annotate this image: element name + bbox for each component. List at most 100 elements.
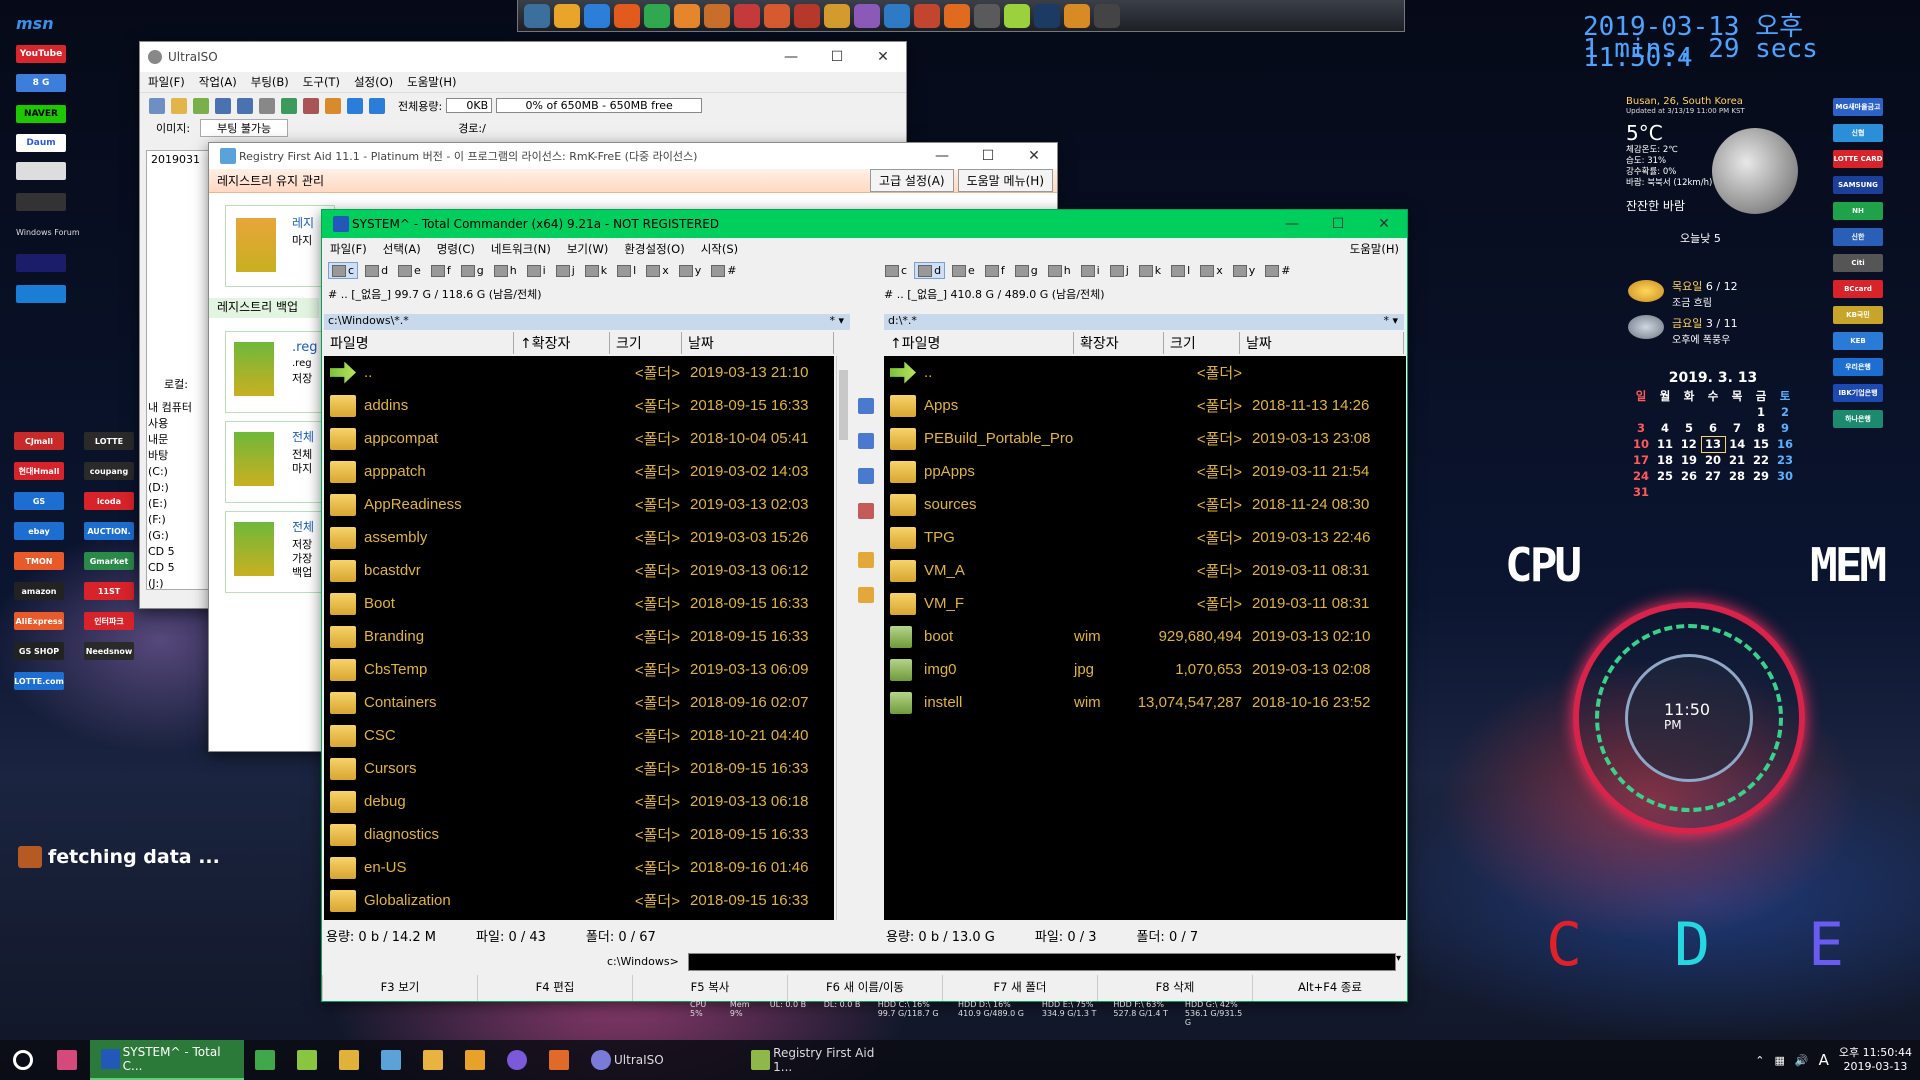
view-icon[interactable] xyxy=(858,398,874,414)
list-icon[interactable] xyxy=(858,468,874,484)
right-col-name[interactable]: ↑파일명 xyxy=(884,332,1074,354)
drive-button[interactable]: y xyxy=(1230,263,1259,278)
command-line-input[interactable] xyxy=(688,953,1396,971)
calendar-date[interactable] xyxy=(1725,404,1749,420)
firefox-icon[interactable] xyxy=(614,3,640,28)
calendar-date[interactable] xyxy=(1629,404,1653,420)
bank-shortcut[interactable]: 신협 xyxy=(1833,124,1883,142)
local-tree-item[interactable]: (C:) xyxy=(148,464,208,480)
file-row[interactable]: Apps <폴더> 2018-11-13 14:26 xyxy=(884,389,1406,422)
calendar-date[interactable]: 29 xyxy=(1749,468,1773,484)
tc-menu-item[interactable]: 시작(S) xyxy=(701,241,738,257)
calendar-date[interactable]: 27 xyxy=(1701,468,1725,484)
left-scrollbar[interactable] xyxy=(836,356,850,920)
local-tree-item[interactable]: (D:) xyxy=(148,480,208,496)
pen-icon[interactable] xyxy=(884,3,910,28)
local-tree-item[interactable]: 내 컴퓨터 xyxy=(148,400,208,416)
drive-button[interactable]: g xyxy=(1012,263,1041,278)
calendar-icon[interactable] xyxy=(1094,3,1120,28)
calendar-date[interactable]: 6 xyxy=(1701,420,1725,436)
advanced-settings-button[interactable]: 고급 설정(A) xyxy=(870,169,954,192)
ultraiso-titlebar[interactable]: UltraISO — ☐ ✕ xyxy=(140,42,906,72)
left-path-bar[interactable]: c:\Windows\*.* * ▾ xyxy=(324,314,850,330)
tc-close-button[interactable]: ✕ xyxy=(1361,216,1407,232)
file-row[interactable]: Boot <폴더> 2018-09-15 16:33 xyxy=(324,587,834,620)
drive-button[interactable]: i xyxy=(1078,263,1103,278)
extract-icon[interactable] xyxy=(193,97,209,114)
fkey-button[interactable]: F4 편집 xyxy=(477,975,632,1001)
shop-shortcut[interactable]: GS xyxy=(14,492,64,510)
taskbar-pin-app[interactable] xyxy=(46,1040,90,1080)
tc-menu-item[interactable]: 파일(F) xyxy=(330,241,367,257)
fkey-button[interactable]: F6 새 이름/이동 xyxy=(787,975,942,1001)
file-row[interactable]: debug <폴더> 2019-03-13 06:18 xyxy=(324,785,834,818)
taskbar-rfa[interactable]: Registry First Aid 1... xyxy=(740,1040,900,1080)
tray-clock[interactable]: 오후 11:50:44 2019-03-13 xyxy=(1839,1046,1912,1074)
start-button[interactable] xyxy=(0,1040,46,1080)
find-icon[interactable] xyxy=(858,433,874,449)
file-row[interactable]: apppatch <폴더> 2019-03-02 14:03 xyxy=(324,455,834,488)
settings-icon[interactable] xyxy=(704,3,730,28)
google-shortcut[interactable]: 8 G xyxy=(16,74,66,92)
right-path-menu-icon[interactable]: * ▾ xyxy=(1383,314,1398,327)
local-tree-item[interactable]: (G:) xyxy=(148,528,208,544)
file-row[interactable]: PEBuild_Portable_Programs_pArAo.. <폴더> 201… xyxy=(884,422,1406,455)
properties-icon[interactable] xyxy=(325,97,341,114)
right-col-ext[interactable]: 확장자 xyxy=(1074,332,1164,354)
calendar-date[interactable]: 9 xyxy=(1773,420,1797,436)
drive-button[interactable]: h xyxy=(1045,263,1074,278)
fkey-button[interactable]: F5 복사 xyxy=(632,975,787,1001)
bank-shortcut[interactable]: KEB xyxy=(1833,332,1883,350)
left-col-size[interactable]: 크기 xyxy=(610,332,682,354)
calendar-date[interactable]: 4 xyxy=(1653,420,1677,436)
shop-shortcut[interactable]: 인터파크 xyxy=(84,612,134,630)
taskbar-paint[interactable] xyxy=(328,1040,370,1080)
shop-shortcut[interactable]: TMON xyxy=(14,552,64,570)
shop-shortcut[interactable]: Needsnow xyxy=(84,642,134,660)
calendar-date[interactable] xyxy=(1677,484,1701,500)
left-col-ext[interactable]: ↑확장자 xyxy=(514,332,610,354)
bank-shortcut[interactable]: BCcard xyxy=(1833,280,1883,298)
taskbar-total-commander[interactable]: SYSTEM^ - Total C... xyxy=(90,1040,244,1080)
calendar-date[interactable]: 30 xyxy=(1773,468,1797,484)
file-row[interactable]: addins <폴더> 2018-09-15 16:33 xyxy=(324,389,834,422)
calendar-date[interactable]: 19 xyxy=(1677,452,1701,468)
ultraiso-menu-item[interactable]: 설정(O) xyxy=(354,74,393,90)
drive-button[interactable]: e xyxy=(949,263,978,278)
shop-shortcut[interactable]: coupang xyxy=(84,462,134,480)
drive-button[interactable]: f xyxy=(428,263,454,278)
right-path-bar[interactable]: d:\*.* * ▾ xyxy=(884,314,1404,330)
globe-icon[interactable] xyxy=(674,3,700,28)
drive-button[interactable]: j xyxy=(553,263,578,278)
help-icon[interactable] xyxy=(369,97,385,114)
monitor-icon[interactable] xyxy=(524,3,550,28)
shop-shortcut[interactable]: GS SHOP xyxy=(14,642,64,660)
local-tree-item[interactable]: 내문 xyxy=(148,432,208,448)
file-row[interactable]: TPG <폴더> 2019-03-13 22:46 xyxy=(884,521,1406,554)
calendar-date[interactable]: 26 xyxy=(1677,468,1701,484)
bank-shortcut[interactable]: SAMSUNG xyxy=(1833,176,1883,194)
file-row[interactable]: appcompat <폴더> 2018-10-04 05:41 xyxy=(324,422,834,455)
boot-field[interactable]: 부팅 불가능 xyxy=(200,119,289,137)
file-row[interactable]: Containers <폴더> 2018-09-16 02:07 xyxy=(324,686,834,719)
shop-shortcut[interactable]: LOTTE xyxy=(84,432,134,450)
bank-shortcut[interactable]: Citi xyxy=(1833,254,1883,272)
ultraiso-menu-item[interactable]: 작업(A) xyxy=(199,74,237,90)
calendar-date[interactable]: 15 xyxy=(1749,436,1773,452)
calendar-date[interactable] xyxy=(1725,484,1749,500)
taskbar-monitor[interactable] xyxy=(370,1040,412,1080)
shop-shortcut[interactable]: CJmall xyxy=(14,432,64,450)
calendar-date[interactable]: 23 xyxy=(1773,452,1797,468)
left-scroll-thumb[interactable] xyxy=(839,370,848,440)
shop-shortcut[interactable]: AliExpress xyxy=(14,612,64,630)
brush-icon[interactable] xyxy=(1064,3,1090,28)
file-row[interactable]: Cursors <폴더> 2018-09-15 16:33 xyxy=(324,752,834,785)
drive-button[interactable]: # xyxy=(708,263,739,278)
naver-shortcut[interactable]: NAVER xyxy=(16,105,66,123)
drive-button[interactable]: y xyxy=(676,263,705,278)
shop-shortcut[interactable]: 현대Hmall xyxy=(14,462,64,480)
drive-button[interactable]: c xyxy=(328,262,359,279)
calendar-date[interactable]: 18 xyxy=(1653,452,1677,468)
drive-button[interactable]: # xyxy=(1262,263,1293,278)
fkey-button[interactable]: Alt+F4 종료 xyxy=(1252,975,1407,1001)
